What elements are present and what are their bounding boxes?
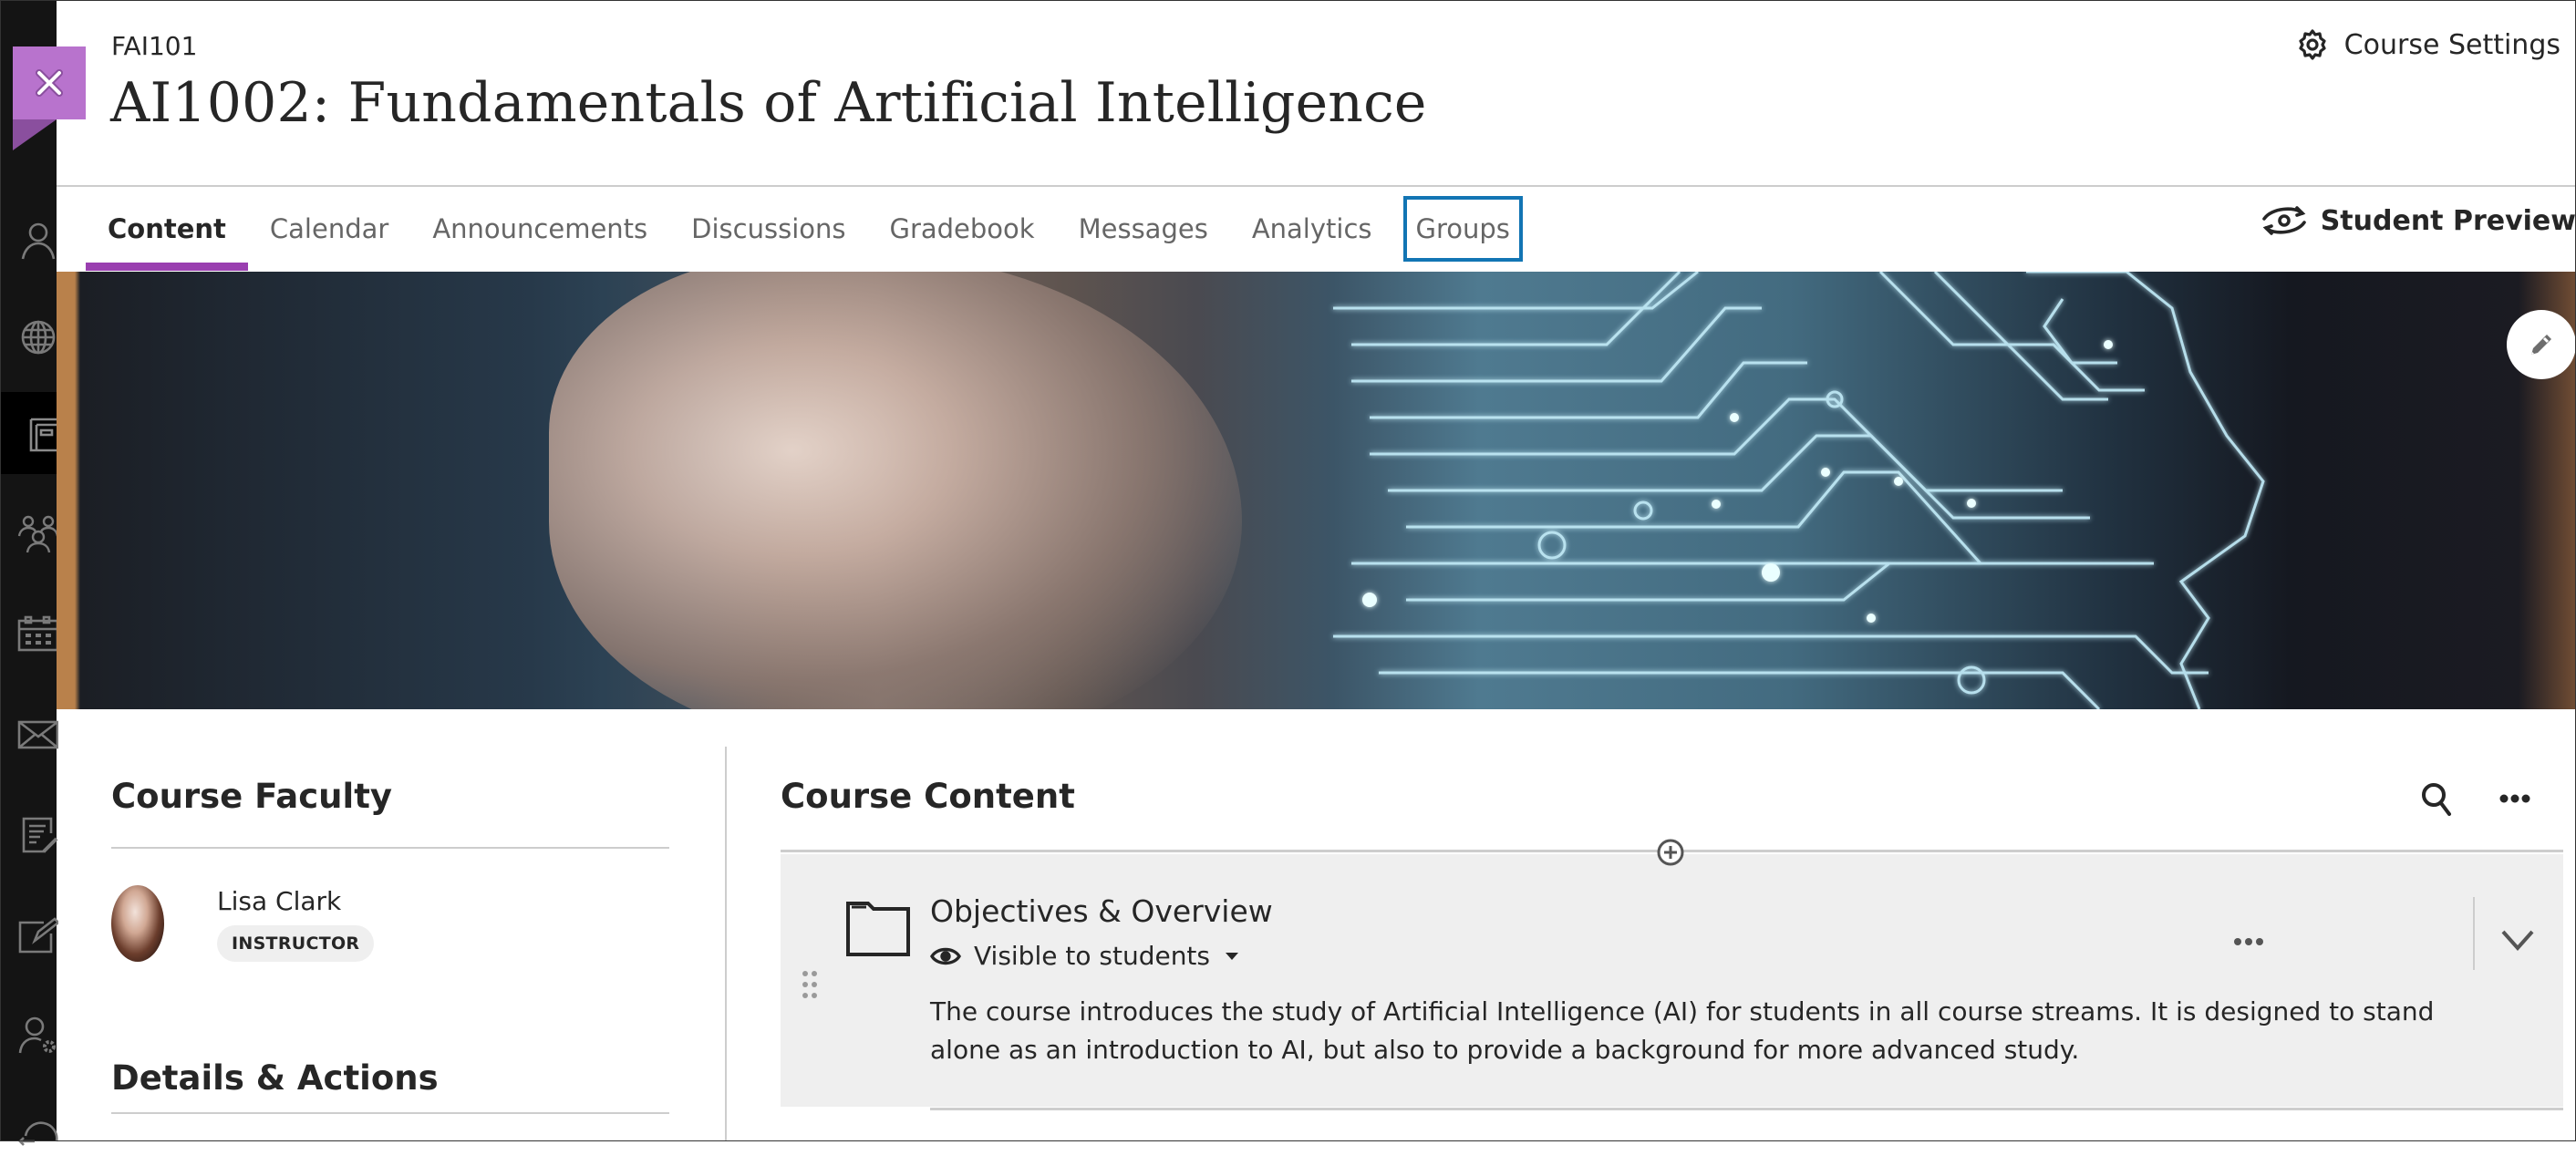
gear-icon: [2299, 29, 2326, 60]
sidebar-item-tools[interactable]: [0, 994, 57, 1076]
edit-banner-button[interactable]: [2507, 310, 2576, 379]
course-title: AI1002: Fundamentals of Artificial Intel…: [110, 71, 1427, 135]
sidebar-item-institution[interactable]: [0, 296, 57, 378]
caret-down-icon: [1226, 952, 1238, 960]
tab-label: Messages: [1078, 213, 1208, 244]
sidebar-item-grades[interactable]: [0, 793, 58, 875]
faculty-name: Lisa Clark: [217, 886, 342, 916]
item-more-options-icon[interactable]: [2232, 933, 2265, 951]
sidebar-item-organizations[interactable]: [0, 492, 58, 574]
tab-announcements[interactable]: Announcements: [410, 187, 669, 271]
content-item: Objectives & Overview Visible to student…: [781, 854, 2563, 1107]
visibility-dropdown[interactable]: Visible to students: [930, 941, 1239, 971]
sidebar-item-messages[interactable]: [0, 693, 58, 775]
eye-icon: [930, 947, 961, 965]
tab-label: Analytics: [1251, 213, 1372, 244]
item-action-divider: [2473, 897, 2475, 970]
details-divider: [111, 1112, 669, 1114]
course-faculty-heading: Course Faculty: [111, 777, 392, 816]
drag-handle-icon[interactable]: [800, 969, 820, 1000]
sidebar-item-calendar[interactable]: [0, 593, 58, 675]
add-content-icon[interactable]: [1656, 838, 1685, 867]
calendar-icon: [17, 615, 58, 652]
course-settings-label: Course Settings: [2343, 28, 2560, 61]
tab-content[interactable]: Content: [86, 187, 248, 271]
user-settings-icon: [18, 1016, 56, 1054]
tab-label: Groups: [1415, 213, 1510, 244]
tab-analytics[interactable]: Analytics: [1230, 187, 1394, 271]
banner-circuit-brain: [1333, 272, 2265, 709]
global-nav-sidebar: [0, 0, 58, 1146]
sidebar-item-assignments[interactable]: [0, 893, 58, 975]
grades-icon: [22, 817, 58, 853]
close-button-fold: [13, 119, 57, 150]
student-preview-label: Student Preview: [2320, 204, 2576, 237]
sign-out-icon: [18, 1121, 58, 1146]
user-icon: [21, 222, 56, 260]
course-content-heading: Course Content: [781, 777, 1075, 816]
course-code: FAI101: [111, 31, 198, 61]
globe-icon: [21, 320, 56, 355]
close-icon: [36, 69, 63, 97]
column-divider: [725, 747, 727, 1141]
edit-icon: [18, 917, 58, 954]
course-settings-button[interactable]: Course Settings: [2295, 27, 2560, 62]
tab-gradebook[interactable]: Gradebook: [867, 187, 1056, 271]
course-nav-tabs: Content Calendar Announcements Discussio…: [86, 187, 1532, 271]
pencil-icon: [2531, 335, 2551, 355]
visibility-label: Visible to students: [974, 941, 1210, 971]
student-preview-button[interactable]: Student Preview: [2260, 202, 2576, 239]
avatar: [111, 885, 164, 962]
faculty-divider: [111, 847, 669, 849]
folder-icon: [846, 902, 910, 956]
tab-calendar[interactable]: Calendar: [248, 187, 410, 271]
chevron-down-icon[interactable]: [2499, 927, 2536, 953]
mail-icon: [17, 720, 58, 749]
more-options-icon[interactable]: [2498, 789, 2531, 808]
courses-icon: [29, 418, 58, 452]
tab-label: Announcements: [432, 213, 648, 244]
tab-groups[interactable]: Groups: [1394, 187, 1532, 271]
student-preview-icon: [2261, 206, 2306, 235]
sidebar-item-profile[interactable]: [0, 199, 57, 281]
sidebar-item-courses[interactable]: [0, 392, 58, 474]
tab-messages[interactable]: Messages: [1057, 187, 1230, 271]
content-item-divider: [930, 1108, 2563, 1110]
tab-label: Gradebook: [889, 213, 1035, 244]
tab-label: Calendar: [269, 213, 389, 244]
groups-icon: [17, 515, 58, 553]
sidebar-item-sign-out[interactable]: [0, 1094, 58, 1176]
tab-label: Content: [108, 213, 226, 244]
role-badge: INSTRUCTOR: [217, 925, 375, 962]
close-course-button[interactable]: [13, 46, 86, 119]
content-item-description: The course introduces the study of Artif…: [930, 996, 2435, 1065]
search-icon[interactable]: [2420, 781, 2453, 818]
content-item-title[interactable]: Objectives & Overview: [930, 893, 1273, 929]
tab-label: Discussions: [691, 213, 846, 244]
tab-discussions[interactable]: Discussions: [669, 187, 867, 271]
course-banner-image: [57, 272, 2576, 709]
details-actions-heading: Details & Actions: [111, 1058, 439, 1098]
